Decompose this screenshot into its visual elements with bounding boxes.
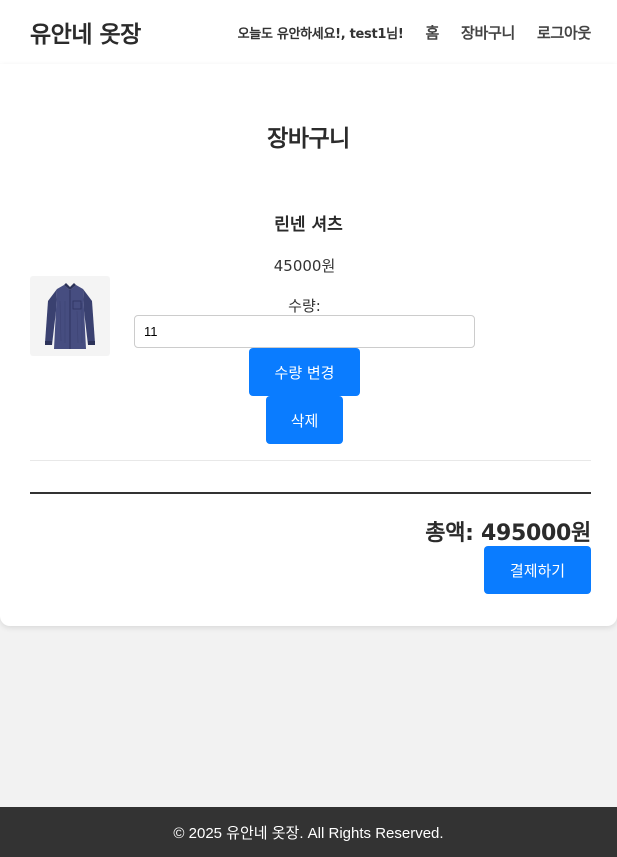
page-title: 장바구니 [267, 126, 350, 152]
total-divider [30, 492, 591, 494]
item-divider [30, 460, 591, 461]
total-label: 총액: [425, 521, 474, 546]
cart-total: 총액: 495000원 [0, 515, 591, 547]
page: 유안네 옷장 오늘도 유안하세요!, test1님! 홈 장바구니 로그아웃 장… [0, 0, 617, 857]
shirt-icon [45, 283, 95, 349]
nav-home-link[interactable]: 홈 [425, 22, 439, 43]
product-image [30, 276, 110, 356]
site-footer: © 2025 유안네 옷장. All Rights Reserved. [0, 807, 617, 857]
nav-logout-link[interactable]: 로그아웃 [537, 22, 591, 43]
checkout-button[interactable]: 결제하기 [484, 546, 591, 594]
update-quantity-button[interactable]: 수량 변경 [249, 348, 360, 396]
product-price: 45000원 [273, 257, 336, 275]
site-header: 유안네 옷장 오늘도 유안하세요!, test1님! 홈 장바구니 로그아웃 [0, 0, 617, 64]
user-greeting: 오늘도 유안하세요!, test1님! [237, 26, 404, 42]
product-name: 린넨 셔츠 [274, 215, 343, 235]
cart-card: 장바구니 린넨 셔츠 45000원 수량: 11 수량 변경 삭제 총액: 49… [0, 64, 617, 626]
copyright-text: © 2025 유안네 옷장. All Rights Reserved. [173, 824, 444, 842]
quantity-input[interactable] [134, 315, 475, 348]
total-value: 495000원 [481, 521, 591, 546]
main-nav: 오늘도 유안하세요!, test1님! 홈 장바구니 로그아웃 [237, 22, 592, 43]
quantity-label: 수량: [288, 297, 321, 315]
nav-cart-link[interactable]: 장바구니 [461, 22, 515, 43]
site-logo[interactable]: 유안네 옷장 [30, 15, 141, 49]
delete-item-button[interactable]: 삭제 [266, 396, 343, 444]
